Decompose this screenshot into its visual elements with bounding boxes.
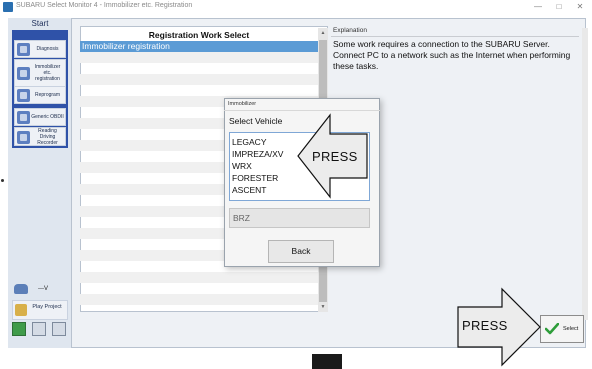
list-item[interactable] xyxy=(80,63,318,74)
sidebar-item-label: Reading Driving Recorder xyxy=(37,127,58,146)
play-project-label: Play Project xyxy=(32,304,62,310)
list-item[interactable] xyxy=(80,294,318,305)
sidebar-item-label: Diagnosis xyxy=(36,46,59,52)
window-title: SUBARU Select Monitor 4 - Immobilizer et… xyxy=(16,2,193,9)
dialog-divider xyxy=(224,110,380,111)
play-project-button[interactable]: Play Project xyxy=(12,300,68,320)
app-icon xyxy=(3,2,13,12)
sidebar-bottom-icons xyxy=(12,322,68,338)
checkmark-icon xyxy=(545,323,559,335)
car-icon xyxy=(14,284,28,294)
list-item-label: Immobilizer registration xyxy=(82,41,170,51)
sidebar-item-immobilizer[interactable]: Immobilizer etc. registration xyxy=(14,59,66,87)
scroll-up-icon[interactable]: ▲ xyxy=(319,29,327,37)
list-item[interactable] xyxy=(80,85,318,96)
vehicle-option-brz xyxy=(229,208,370,228)
vehicle-option-brz-label: BRZ xyxy=(233,213,250,223)
title-bar: SUBARU Select Monitor 4 - Immobilizer et… xyxy=(0,0,592,14)
sidebar-item-diagnosis[interactable]: Diagnosis xyxy=(14,40,66,58)
taskbar-tab xyxy=(312,354,342,369)
voltage-indicator: ---V xyxy=(12,282,68,298)
car-connect-icon[interactable] xyxy=(12,322,26,336)
explanation-divider xyxy=(331,36,579,37)
sidebar-item-label: Generic OBDII xyxy=(31,114,64,120)
maximize-button[interactable]: □ xyxy=(551,0,567,14)
explanation-scrollbar[interactable] xyxy=(582,28,588,320)
explanation-text: Some work requires a connection to the S… xyxy=(333,39,571,71)
driving-recorder-icon xyxy=(17,131,30,144)
diagnosis-icon xyxy=(17,43,30,56)
voltage-value: ---V xyxy=(38,286,48,292)
sidebar-start-label: Start xyxy=(31,19,49,28)
play-project-icon xyxy=(15,304,27,316)
generic-obd-icon xyxy=(17,111,30,124)
sidebar-item-label: Reprogram xyxy=(34,92,60,98)
immobilizer-icon xyxy=(17,67,30,80)
minimize-button[interactable]: — xyxy=(530,0,546,14)
dialog-heading: Select Vehicle xyxy=(229,116,283,126)
select-button[interactable]: Select xyxy=(540,315,584,343)
back-button[interactable]: Back xyxy=(268,240,334,263)
explanation-label: Explanation xyxy=(333,27,367,34)
save-icon[interactable] xyxy=(32,322,46,336)
sidebar-item-driving-recorder[interactable]: Reading Driving Recorder xyxy=(14,127,66,146)
press-select-callout-label: PRESS xyxy=(462,318,508,333)
list-item[interactable] xyxy=(80,272,318,283)
sidebar-item-reprogram[interactable]: Reprogram xyxy=(14,86,66,104)
sidebar-item-generic-obd[interactable]: Generic OBDII xyxy=(14,108,66,126)
close-button[interactable]: ✕ xyxy=(572,0,588,14)
select-button-label: Select xyxy=(563,326,579,332)
margin-dot xyxy=(1,179,4,182)
list-item[interactable] xyxy=(80,283,318,294)
registration-header: Registration Work Select xyxy=(148,30,250,40)
list-item[interactable] xyxy=(80,52,318,63)
sidebar-item-label: Immobilizer etc. registration xyxy=(34,64,61,82)
reprogram-icon xyxy=(17,89,30,102)
dialog-title: Immobilizer xyxy=(228,101,257,107)
tools-icon[interactable] xyxy=(52,322,66,336)
list-item[interactable]: Immobilizer registration xyxy=(80,41,318,52)
press-callout-label: PRESS xyxy=(312,149,358,164)
scroll-down-icon[interactable]: ▼ xyxy=(319,303,327,311)
list-item[interactable] xyxy=(80,74,318,85)
